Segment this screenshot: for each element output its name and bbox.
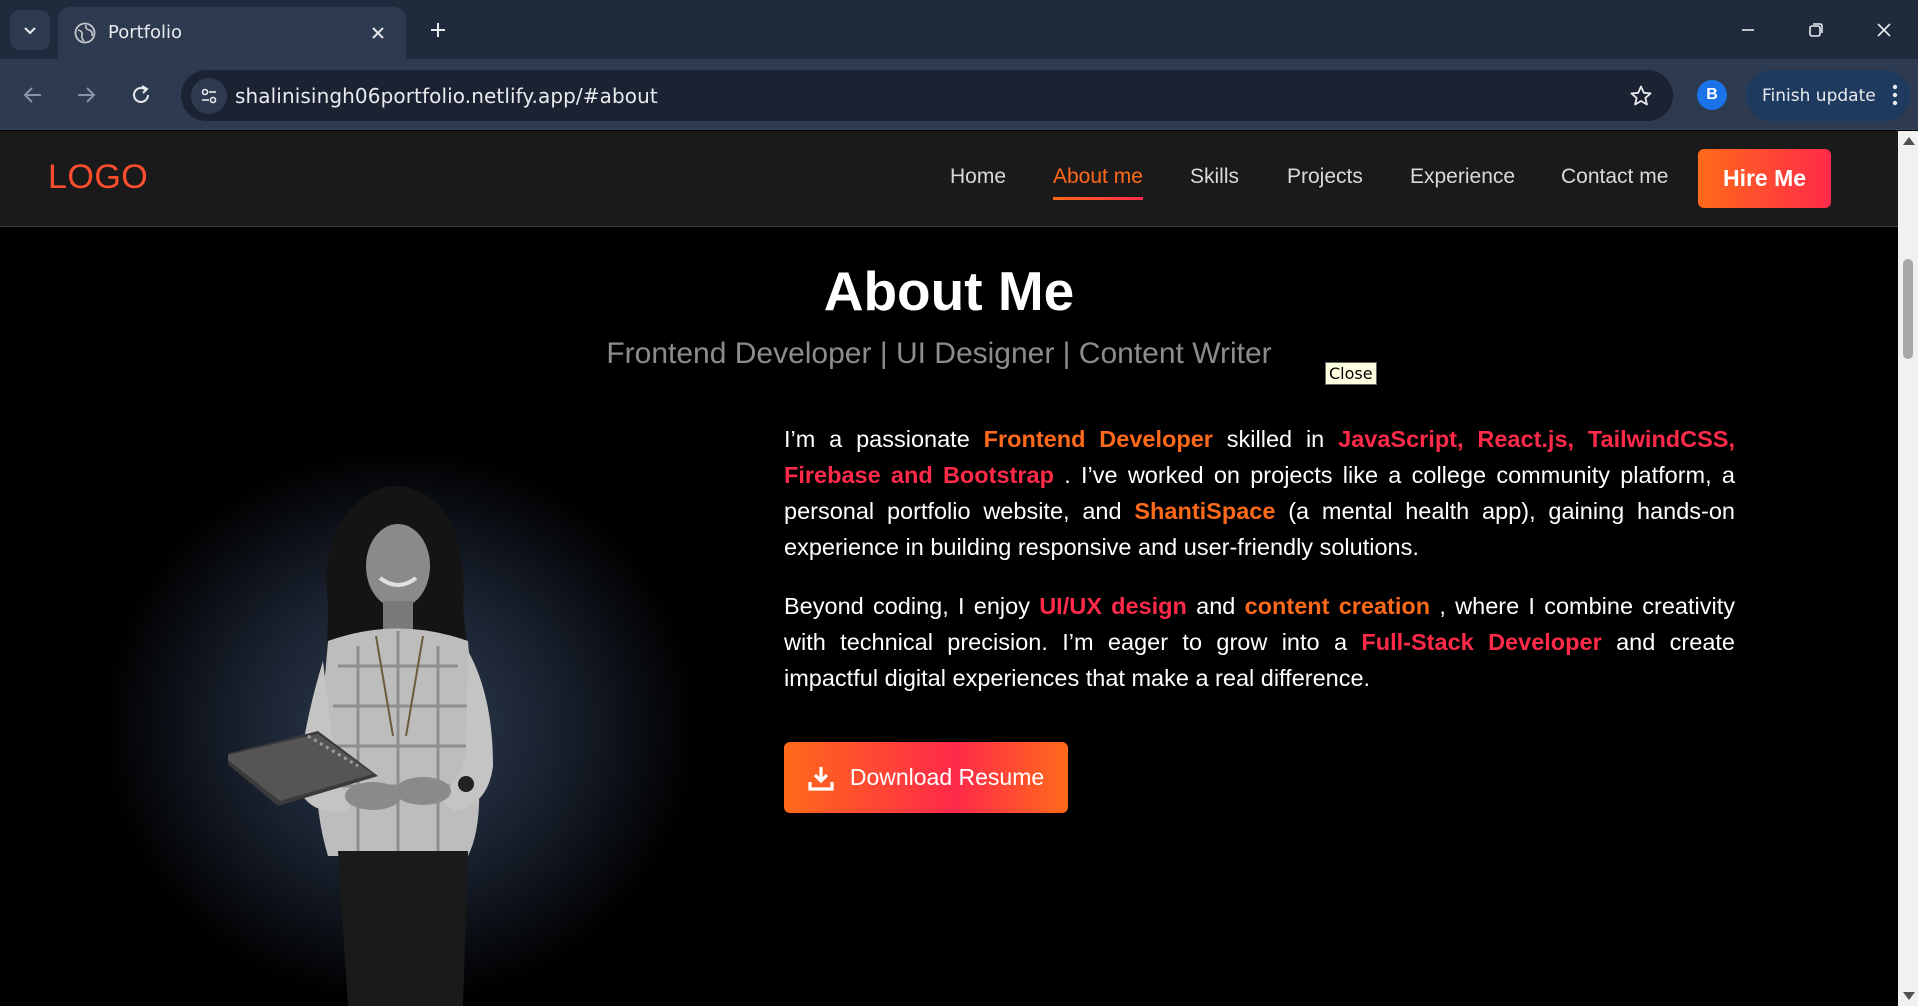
more-vert-icon xyxy=(1892,84,1898,106)
scroll-up-arrow-icon[interactable] xyxy=(1903,137,1915,145)
close-icon xyxy=(1877,22,1891,37)
tooltip: Close xyxy=(1325,362,1377,385)
scrollbar-thumb[interactable] xyxy=(1903,259,1913,359)
active-nav-underline xyxy=(1053,197,1143,200)
about-bio: I’m a passionate Frontend Developer skil… xyxy=(784,421,1735,719)
section-subtitle: Frontend Developer | UI Designer | Conte… xyxy=(606,337,1272,370)
plus-icon xyxy=(431,23,445,37)
bio-highlight: Full-Stack Developer xyxy=(1361,629,1602,655)
finish-update-button[interactable]: Finish update xyxy=(1746,70,1910,121)
bio-highlight: ShantiSpace xyxy=(1134,498,1276,524)
url-text[interactable]: shalinisingh06portfolio.netlify.app/#abo… xyxy=(235,84,658,108)
nav-projects[interactable]: Projects xyxy=(1287,165,1363,189)
bio-text: and xyxy=(1186,593,1245,619)
reload-icon xyxy=(133,85,149,103)
site-logo[interactable]: LOGO xyxy=(48,158,148,197)
section-title: About Me xyxy=(823,260,1075,322)
tab-search-button[interactable] xyxy=(10,10,50,50)
browser-toolbar: shalinisingh06portfolio.netlify.app/#abo… xyxy=(0,59,1918,130)
star-icon xyxy=(1630,85,1652,106)
bio-highlight: Frontend Developer xyxy=(983,426,1213,452)
arrow-left-icon xyxy=(23,87,41,103)
globe-icon xyxy=(74,22,96,44)
chevron-down-icon xyxy=(24,27,36,35)
reload-button[interactable] xyxy=(121,75,161,115)
nav-skills[interactable]: Skills xyxy=(1190,165,1239,189)
new-tab-button[interactable] xyxy=(422,14,454,46)
bio-paragraph: I’m a passionate Frontend Developer skil… xyxy=(784,421,1735,565)
finish-update-label: Finish update xyxy=(1762,85,1876,106)
nav-contact-me[interactable]: Contact me xyxy=(1561,165,1668,189)
tab-title: Portfolio xyxy=(108,22,183,43)
tab-close-button[interactable] xyxy=(364,19,392,47)
forward-button[interactable] xyxy=(66,75,106,115)
hire-me-button[interactable]: Hire Me xyxy=(1698,149,1831,208)
page-scrollbar[interactable] xyxy=(1898,131,1918,1006)
minimize-icon xyxy=(1742,28,1754,31)
site-navbar: LOGO Home About me Skills Projects Exper… xyxy=(0,131,1898,227)
arrow-right-icon xyxy=(78,87,96,103)
scroll-down-arrow-icon[interactable] xyxy=(1903,992,1915,1000)
window-close-button[interactable] xyxy=(1850,0,1918,59)
download-resume-button[interactable]: Download Resume xyxy=(784,742,1068,813)
bio-highlight: content creation xyxy=(1244,593,1431,619)
browser-tab[interactable]: Portfolio xyxy=(58,7,406,59)
tune-icon xyxy=(201,88,217,104)
close-icon xyxy=(372,27,384,39)
bio-text: Beyond coding, I enjoy xyxy=(784,593,1040,619)
bookmark-button[interactable] xyxy=(1627,82,1655,110)
nav-experience[interactable]: Experience xyxy=(1410,165,1515,189)
back-button[interactable] xyxy=(13,75,53,115)
restore-icon xyxy=(1809,22,1823,37)
browser-tab-bar: Portfolio xyxy=(0,0,1918,59)
bio-text: I’m a passionate xyxy=(784,426,984,452)
page-viewport: LOGO Home About me Skills Projects Exper… xyxy=(0,131,1898,1006)
bio-highlight: UI/UX design xyxy=(1039,593,1187,619)
bio-paragraph: Beyond coding, I enjoy UI/UX design and … xyxy=(784,588,1735,696)
nav-about-me[interactable]: About me xyxy=(1053,165,1143,189)
download-resume-label: Download Resume xyxy=(849,764,1045,790)
address-bar[interactable]: shalinisingh06portfolio.netlify.app/#abo… xyxy=(181,70,1673,121)
minimize-button[interactable] xyxy=(1714,0,1782,59)
profile-photo xyxy=(228,486,493,1006)
restore-button[interactable] xyxy=(1782,0,1850,59)
site-info-button[interactable] xyxy=(191,78,227,114)
bio-text: skilled in xyxy=(1212,426,1339,452)
profile-avatar[interactable]: B xyxy=(1697,80,1727,110)
download-icon xyxy=(808,766,834,791)
nav-home[interactable]: Home xyxy=(950,165,1006,189)
